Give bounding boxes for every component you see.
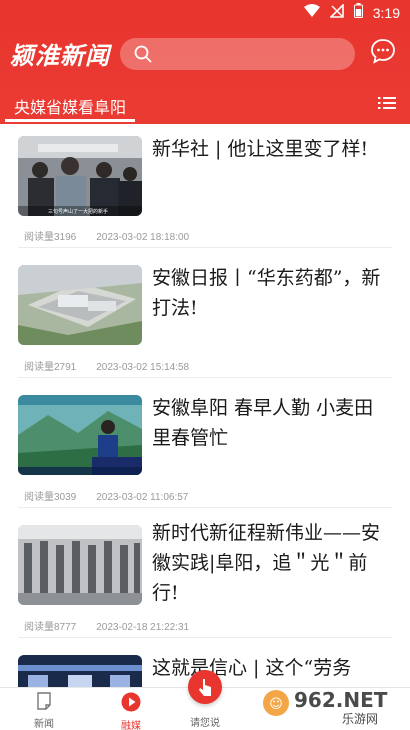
play-icon: [121, 692, 141, 715]
channel-menu-button[interactable]: [378, 95, 396, 111]
app-logo: 颍淮新闻: [10, 41, 110, 70]
news-thumbnail: [18, 525, 142, 605]
list-item[interactable]: 新时代新征程新伟业——安徽实践|阜阳，追＂光＂前行! 阅读量8777 2023-0…: [18, 508, 392, 638]
search-input[interactable]: [120, 38, 355, 70]
list-item[interactable]: 三句号声山了一大把的新手 新华社 | 他让这里变了样! 阅读量3196 2023-…: [18, 124, 392, 248]
read-count: 阅读量2791: [24, 362, 77, 373]
status-time: 3:19: [372, 4, 400, 21]
tab-active-indicator: [5, 119, 135, 122]
list-item[interactable]: 安徽日报丨“华东药都”，新打法! 阅读量2791 2023-03-02 15:14…: [18, 248, 392, 378]
nav-live[interactable]: 融媒: [101, 692, 161, 730]
site-watermark: ☺ 962.NET 乐游网: [262, 681, 402, 727]
publish-time: 2023-03-02 11:06:57: [96, 492, 189, 503]
status-bar: 3:19: [0, 0, 410, 24]
tab-central-media[interactable]: 央媒省媒看阜阳: [14, 94, 126, 118]
read-count: 阅读量8777: [24, 622, 77, 633]
app-bar: 颍淮新闻: [0, 28, 410, 80]
channel-strip: 央媒省媒看阜阳: [0, 86, 410, 124]
battery-icon: [353, 3, 363, 22]
app-header: 3:19 颍淮新闻 央媒省媒看阜阳: [0, 0, 410, 124]
search-icon: [134, 45, 152, 67]
news-meta: 阅读量3039 2023-03-02 11:06:57: [24, 488, 188, 503]
publish-time: 2023-03-02 18:18:00: [96, 232, 190, 243]
tap-hand-icon: [188, 679, 222, 708]
nav-say-label: 请您说: [190, 718, 220, 729]
news-thumbnail: [18, 395, 142, 475]
news-title: 新华社 | 他让这里变了样!: [152, 138, 369, 160]
nav-news[interactable]: 新闻: [14, 692, 74, 730]
news-title: 安徽日报丨“华东药都”，新打法!: [152, 267, 381, 319]
news-meta: 阅读量8777 2023-02-18 21:22:31: [24, 618, 189, 633]
no-signal-icon: [328, 3, 344, 22]
list-item[interactable]: 安徽阜阳 春早人勤 小麦田里春管忙 阅读量3039 2023-03-02 11:0…: [18, 378, 392, 508]
svg-text:☺: ☺: [269, 697, 283, 712]
chat-bubble-icon: [370, 39, 396, 68]
news-thumbnail: 三句号声山了一大把的新手: [18, 136, 142, 216]
watermark-brand: 962.NET: [294, 688, 388, 712]
news-meta: 阅读量3196 2023-03-02 18:18:00: [24, 228, 189, 243]
document-icon: [35, 692, 53, 713]
publish-time: 2023-03-02 15:14:58: [96, 362, 190, 373]
news-title: 安徽阜阳 春早人勤 小麦田里春管忙: [152, 397, 374, 449]
news-meta: 阅读量2791 2023-03-02 15:14:58: [24, 358, 189, 373]
publish-time: 2023-02-18 21:22:31: [96, 622, 190, 633]
nav-say[interactable]: 请您说: [175, 712, 235, 729]
news-feed: 三句号声山了一大把的新手 新华社 | 他让这里变了样! 阅读量3196 2023-…: [0, 124, 410, 687]
news-thumbnail: [18, 265, 142, 345]
say-button[interactable]: [188, 670, 222, 704]
nav-live-label: 融媒: [121, 721, 141, 730]
news-title: 新时代新征程新伟业——安徽实践|阜阳，追＂光＂前行!: [152, 522, 381, 604]
list-menu-icon: [378, 96, 396, 115]
wifi-icon: [303, 3, 320, 22]
news-thumbnail: [18, 655, 142, 687]
read-count: 阅读量3196: [24, 232, 77, 243]
watermark-sub: 乐游网: [342, 712, 378, 726]
nav-news-label: 新闻: [34, 719, 54, 730]
read-count: 阅读量3039: [24, 492, 77, 503]
message-button[interactable]: [370, 38, 396, 64]
thumbnail-caption: 三句号声山了一大把的新手: [48, 208, 108, 215]
